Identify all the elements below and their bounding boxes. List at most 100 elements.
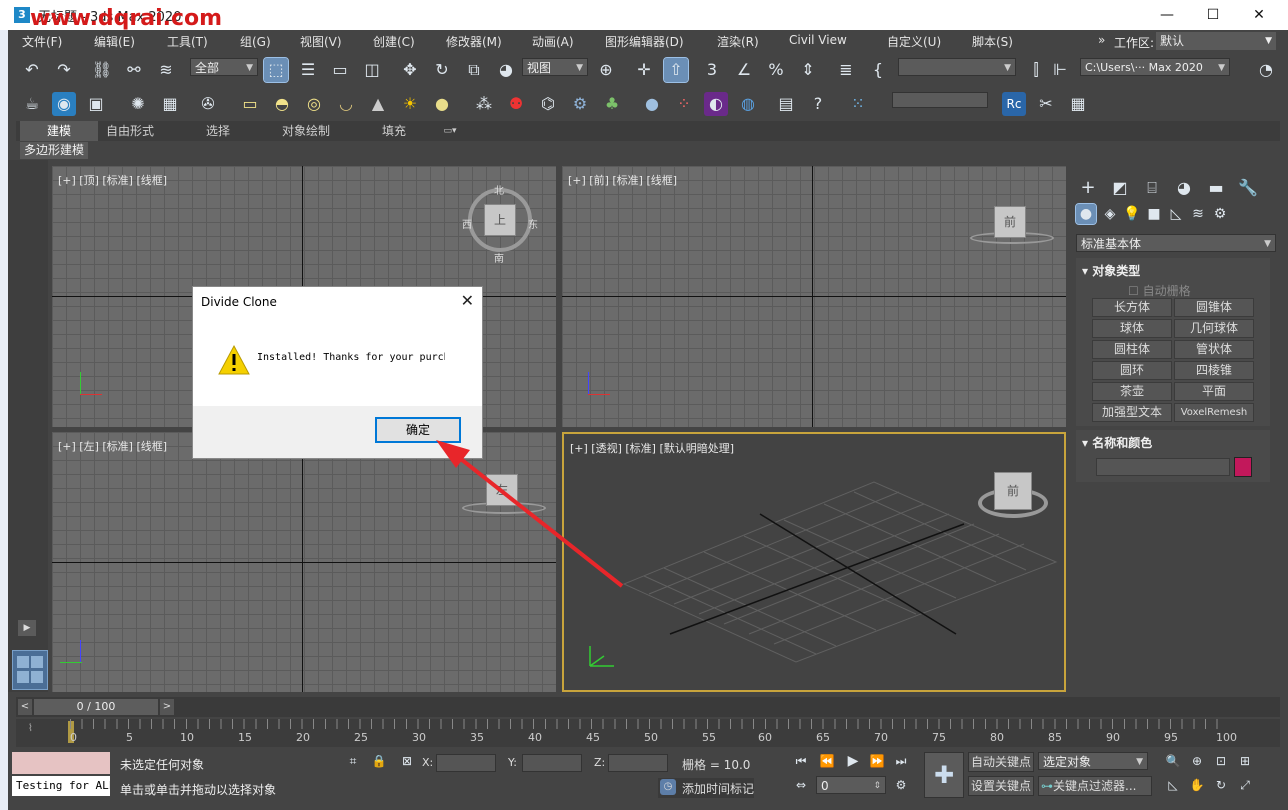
dynamics-icon[interactable]: ⚉ — [504, 92, 528, 116]
menu-overflow[interactable]: » — [1098, 33, 1105, 47]
key-filters-button[interactable]: ⊶关键点过滤器... — [1038, 776, 1152, 796]
viewport-label[interactable]: [+] [左] [标准] [线框] — [58, 438, 167, 454]
app-icon[interactable]: 3 — [14, 7, 30, 23]
sky-light-icon[interactable]: ● — [430, 92, 454, 116]
plane-light-icon[interactable]: ▭ — [238, 92, 262, 116]
tab-modeling[interactable]: 建模 — [20, 121, 98, 141]
expand-arrow-icon[interactable]: ▶ — [18, 620, 36, 636]
sun-icon[interactable]: ☀ — [398, 92, 422, 116]
zoom-extents-all-icon[interactable]: ⊞ — [1236, 752, 1254, 770]
render-preset-dropdown[interactable] — [892, 92, 988, 108]
keyboard-shortcut-toggle-icon[interactable]: ⇧ — [663, 57, 689, 83]
menu-create[interactable]: 创建(C) — [373, 33, 415, 50]
camera-sequencer-icon[interactable]: ▦ — [158, 92, 182, 116]
spinner-snap-icon[interactable]: ⇕ — [796, 58, 820, 82]
undo-icon[interactable]: ↶ — [20, 58, 44, 82]
unlink-icon[interactable]: ⚯ — [122, 58, 146, 82]
minimize-button[interactable]: — — [1144, 0, 1190, 30]
key-mode-icon[interactable]: ⇔ — [792, 776, 810, 794]
layout-grid-icon[interactable] — [12, 650, 48, 690]
track-bar[interactable]: ⌇ 0 5 10 15 20 25 30 35 40 45 50 55 60 6… — [16, 719, 1280, 747]
viewcube[interactable]: 前 — [994, 206, 1026, 238]
project-path-dropdown[interactable]: C:\Users\··· Max 2020 ▼ — [1080, 58, 1230, 76]
reference-coordinate-dropdown[interactable]: 视图 ▼ — [522, 58, 588, 76]
menu-edit[interactable]: 编辑(E) — [94, 33, 135, 50]
menu-group[interactable]: 组(G) — [240, 33, 271, 50]
category-dropdown[interactable]: 标准基本体 ▼ — [1076, 234, 1276, 252]
material-sphere-icon[interactable]: ● — [640, 92, 664, 116]
bowl-icon[interactable]: ◡ — [334, 92, 358, 116]
viewcube[interactable]: 左 — [486, 474, 518, 506]
edit-named-selection-icon[interactable]: ≣ — [834, 58, 858, 82]
spacewarps-icon[interactable]: ≋ — [1188, 204, 1208, 224]
menu-scripting[interactable]: 脚本(S) — [972, 33, 1013, 50]
maxscript-listener-top[interactable] — [12, 752, 110, 774]
select-manipulate-icon[interactable]: ✛ — [632, 58, 656, 82]
tab-freeform[interactable]: 自由形式 — [102, 121, 158, 141]
selection-filter-dropdown[interactable]: 全部 ▼ — [190, 58, 258, 76]
tab-populate[interactable]: 填充 — [376, 121, 412, 141]
time-slider-thumb[interactable]: 0 / 100 — [34, 699, 158, 715]
pyramid-button[interactable]: 四棱锥 — [1174, 361, 1254, 380]
curve-editor-icon[interactable]: ⌇ — [28, 723, 33, 734]
viewcube[interactable]: 前 — [994, 472, 1032, 510]
absolute-mode-icon[interactable]: ⊠ — [398, 752, 416, 770]
menu-rendering[interactable]: 渲染(R) — [717, 33, 759, 50]
isolate-icon[interactable]: ⌗ — [344, 752, 362, 770]
named-selection-dropdown[interactable]: ▼ — [898, 58, 1016, 76]
placement-icon[interactable]: ◕ — [494, 58, 518, 82]
menu-civil-view[interactable]: Civil View — [789, 33, 847, 47]
tab-selection[interactable]: 选择 — [196, 121, 240, 141]
lights-icon[interactable]: 💡 — [1122, 204, 1142, 224]
close-icon[interactable]: ✕ — [461, 291, 474, 310]
lock-icon[interactable]: 🔒 — [370, 752, 388, 770]
teapot-icon[interactable]: ☕ — [20, 92, 44, 116]
next-frame-icon[interactable]: > — [160, 699, 174, 715]
sphere-button[interactable]: 球体 — [1092, 319, 1172, 338]
object-name-input[interactable] — [1096, 458, 1230, 476]
zoom-all-icon[interactable]: ⊕ — [1188, 752, 1206, 770]
maximize-button[interactable]: ☐ — [1190, 0, 1236, 30]
window-crossing-icon[interactable]: ◫ — [360, 58, 384, 82]
orbit-icon[interactable]: ↻ — [1212, 776, 1230, 794]
object-type-title[interactable]: ▾ 对象类型 — [1082, 262, 1140, 279]
go-to-end-icon[interactable]: ⏭ — [892, 752, 910, 770]
go-to-start-icon[interactable]: ⏮ — [792, 752, 810, 770]
add-time-tag-button[interactable]: ◷ 添加时间标记 — [658, 778, 754, 798]
angle-snap-icon[interactable]: ∠ — [732, 58, 756, 82]
modify-tab-icon[interactable]: ◩ — [1108, 176, 1132, 200]
render-frame-icon[interactable]: ▣ — [84, 92, 108, 116]
geometry-icon[interactable]: ● — [1075, 203, 1097, 225]
render-setup-icon[interactable]: ◉ — [52, 92, 76, 116]
systems-icon[interactable]: ⚙ — [1210, 204, 1230, 224]
help-icon[interactable]: ? — [806, 92, 830, 116]
batch-render-icon[interactable]: ▤ — [774, 92, 798, 116]
mirror-icon[interactable]: ⫿ — [1024, 58, 1048, 82]
light-lister-icon[interactable]: ✺ — [126, 92, 150, 116]
sphere-light-icon[interactable]: ◎ — [302, 92, 326, 116]
menu-customize[interactable]: 自定义(U) — [887, 33, 941, 50]
menu-tools[interactable]: 工具(T) — [167, 33, 208, 50]
menu-modifiers[interactable]: 修改器(M) — [446, 33, 502, 50]
select-object-icon[interactable]: ⬚ — [263, 57, 289, 83]
menu-animation[interactable]: 动画(A) — [532, 33, 574, 50]
tools-icon[interactable]: ✂ — [1034, 92, 1058, 116]
viewport-front[interactable]: [+] [前] [标准] [线框] 前 — [562, 166, 1066, 427]
field-of-view-icon[interactable]: ◺ — [1164, 776, 1182, 794]
play-icon[interactable]: ▶ — [844, 752, 862, 770]
plane-button[interactable]: 平面 — [1174, 382, 1254, 401]
cone-light-icon[interactable]: ▲ — [366, 92, 390, 116]
menu-file[interactable]: 文件(F) — [22, 33, 62, 50]
viewport-label[interactable]: [+] [顶] [标准] [线框] — [58, 172, 167, 188]
key-mode-dropdown[interactable]: 选定对象 ▼ — [1038, 752, 1148, 770]
geosphere-button[interactable]: 几何球体 — [1174, 319, 1254, 338]
dome-light-icon[interactable]: ◓ — [270, 92, 294, 116]
name-color-title[interactable]: ▾ 名称和颜色 — [1082, 434, 1152, 451]
next-key-icon[interactable]: ⏩ — [868, 752, 886, 770]
helpers-icon[interactable]: ◺ — [1166, 204, 1186, 224]
gear-icon[interactable]: ⚙ — [568, 92, 592, 116]
link-icon[interactable]: ⛓ — [90, 58, 114, 82]
voxelremesh-button[interactable]: VoxelRemesh — [1174, 403, 1254, 422]
hierarchy-tab-icon[interactable]: ⌸ — [1140, 176, 1164, 200]
cone-button[interactable]: 圆锥体 — [1174, 298, 1254, 317]
